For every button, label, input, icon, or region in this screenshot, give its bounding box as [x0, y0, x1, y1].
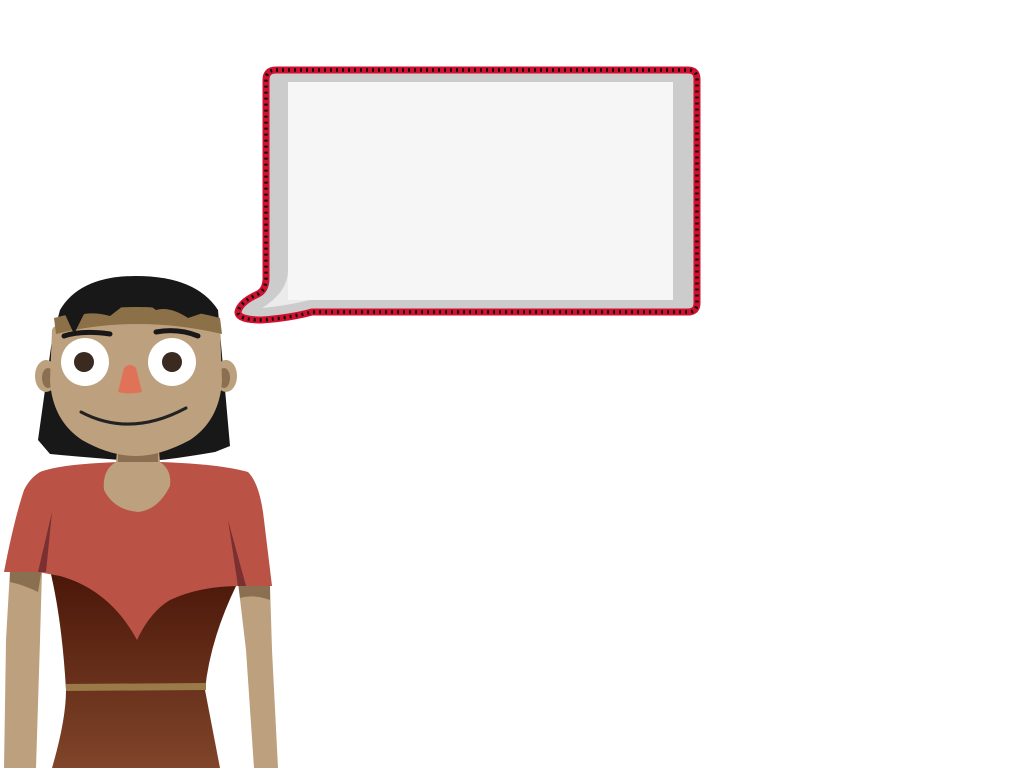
character-left-arm [4, 570, 42, 768]
character-right-arm [238, 582, 278, 768]
character [4, 276, 278, 768]
scene [4, 66, 701, 768]
speech-bubble [234, 66, 701, 324]
character-belt [66, 683, 206, 691]
character-left-pupil [74, 352, 94, 372]
character-right-pupil [162, 352, 182, 372]
speech-bubble-panel [288, 82, 673, 300]
